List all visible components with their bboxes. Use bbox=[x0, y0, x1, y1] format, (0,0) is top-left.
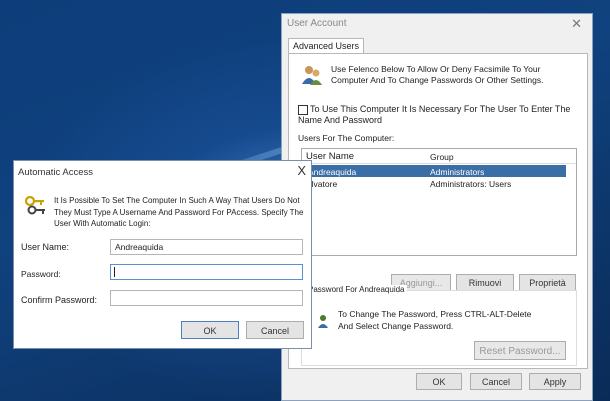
user-account-window: User Account ✕ Advanced Users Use Felenc… bbox=[281, 13, 593, 401]
require-password-checkbox-row[interactable]: To Use This Computer It Is Necessary For… bbox=[298, 104, 583, 126]
cancel-button[interactable]: Cancel bbox=[470, 373, 522, 390]
automatic-access-dialog: Automatic Access X It Is Possible To Set… bbox=[13, 160, 312, 349]
column-header-group[interactable]: Group bbox=[430, 152, 454, 162]
reset-password-button[interactable]: Reset Password... bbox=[474, 341, 566, 360]
intro-text: Use Felenco Below To Allow Or Deny Facsi… bbox=[331, 64, 544, 85]
users-list-label: Users For The Computer: bbox=[298, 133, 395, 143]
row-group: Administrators bbox=[430, 167, 485, 177]
users-icon bbox=[302, 66, 322, 85]
apply-button[interactable]: Apply bbox=[529, 373, 581, 390]
password-group-legend: Password For Andreaquida bbox=[306, 285, 407, 294]
tab-panel: Use Felenco Below To Allow Or Deny Facsi… bbox=[288, 53, 588, 369]
confirm-password-field[interactable] bbox=[110, 290, 303, 306]
checkbox-label: To Use This Computer It Is Necessary For… bbox=[298, 104, 571, 125]
window-title: User Account bbox=[287, 18, 347, 29]
close-icon[interactable]: X bbox=[297, 163, 306, 178]
row-user-name: Andreaquida bbox=[308, 167, 357, 177]
password-label: Password: bbox=[21, 269, 61, 279]
text-caret bbox=[114, 267, 115, 277]
dialog-cancel-button[interactable]: Cancel bbox=[246, 321, 304, 339]
ok-button[interactable]: OK bbox=[416, 373, 462, 390]
keys-icon bbox=[24, 195, 45, 215]
dialog-title: Automatic Access bbox=[18, 167, 93, 178]
dialog-description: It Is Possible To Set The Computer In Su… bbox=[54, 196, 304, 228]
row-group: Administrators: Users bbox=[430, 179, 512, 189]
user-key-icon bbox=[318, 315, 328, 328]
username-label: User Name: bbox=[21, 242, 70, 252]
confirm-password-label: Confirm Password: bbox=[21, 295, 98, 305]
dialog-ok-button[interactable]: OK bbox=[181, 321, 239, 339]
tab-advanced-users[interactable]: Advanced Users bbox=[288, 38, 365, 53]
list-header: User Name Group bbox=[302, 149, 576, 164]
users-listview[interactable]: User Name Group Andreaquida Administrato… bbox=[301, 148, 577, 256]
column-header-user-name[interactable]: User Name bbox=[306, 151, 354, 162]
close-icon[interactable]: ✕ bbox=[571, 16, 582, 32]
password-field[interactable] bbox=[110, 264, 303, 280]
password-instructions: To Change The Password, Press CTRL-ALT-D… bbox=[338, 309, 532, 331]
remove-button[interactable]: Rimuovi bbox=[456, 274, 514, 291]
username-field[interactable]: Andreaquida bbox=[110, 239, 303, 255]
require-password-checkbox[interactable] bbox=[298, 105, 308, 115]
properties-button[interactable]: Proprietà bbox=[519, 274, 576, 291]
